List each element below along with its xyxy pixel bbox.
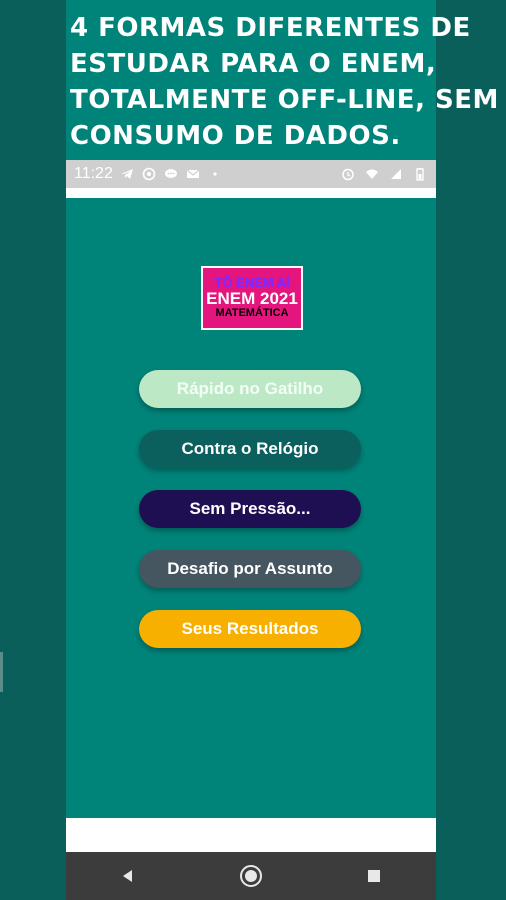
app-content: TÔ ENEM AÍ ENEM 2021 MATEMÁTICA Rápido n… <box>66 198 436 818</box>
button-label: Seus Resultados <box>181 619 319 638</box>
logo-line-1: TÔ ENEM AÍ <box>214 275 290 291</box>
app-toolbar-strip <box>66 188 436 198</box>
rapido-no-gatilho-button[interactable]: Rápido no Gatilho <box>139 370 361 408</box>
signal-icon <box>388 166 404 182</box>
status-bar: 11:22 <box>66 160 436 188</box>
promo-headline: 4 FORMAS DIFERENTES DE ESTUDAR PARA O EN… <box>70 13 499 151</box>
app-logo: TÔ ENEM AÍ ENEM 2021 MATEMÁTICA <box>201 266 303 330</box>
mail-icon <box>185 166 201 182</box>
whatsapp-icon <box>141 166 157 182</box>
left-background <box>0 0 66 900</box>
contra-o-relogio-button[interactable]: Contra o Relógio <box>139 430 361 468</box>
wifi-icon <box>364 166 380 182</box>
home-icon[interactable] <box>231 856 271 896</box>
telegram-icon <box>119 166 135 182</box>
desafio-por-assunto-button[interactable]: Desafio por Assunto <box>139 550 361 588</box>
left-edge-mark <box>0 652 3 692</box>
seus-resultados-button[interactable]: Seus Resultados <box>139 610 361 648</box>
battery-icon <box>412 166 428 182</box>
back-icon[interactable] <box>108 856 148 896</box>
recents-icon[interactable] <box>354 856 394 896</box>
button-label: Contra o Relógio <box>181 439 319 458</box>
chat-icon <box>163 166 179 182</box>
button-label: Desafio por Assunto <box>167 559 333 578</box>
navigation-bar <box>66 852 436 900</box>
sem-pressao-button[interactable]: Sem Pressão... <box>139 490 361 528</box>
app-bottom-area <box>66 818 436 852</box>
logo-line-3: MATEMÁTICA <box>215 306 289 319</box>
logo-line-2: ENEM 2021 <box>206 289 298 309</box>
alarm-icon <box>340 166 356 182</box>
dot-icon <box>207 166 223 182</box>
status-time: 11:22 <box>74 165 113 182</box>
button-label: Rápido no Gatilho <box>176 379 324 398</box>
button-label: Sem Pressão... <box>189 499 311 518</box>
